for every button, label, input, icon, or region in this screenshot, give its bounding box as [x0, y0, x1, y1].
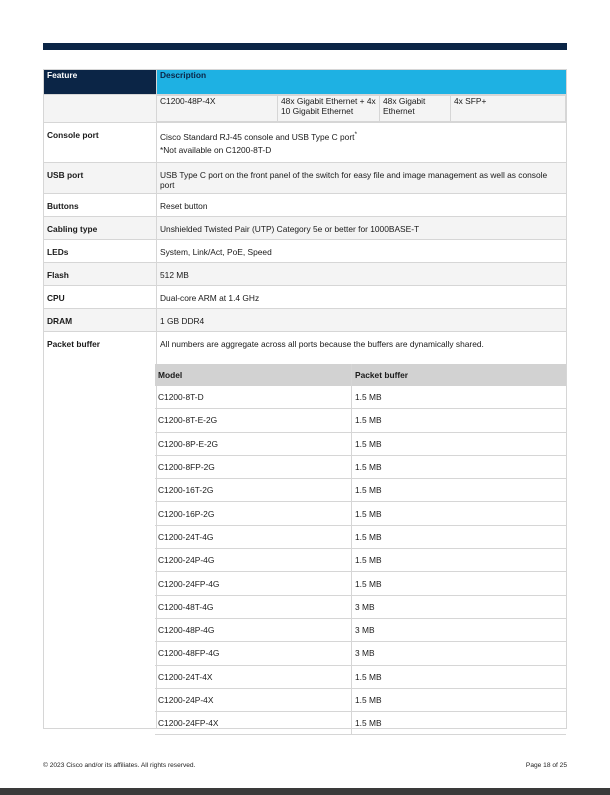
table-row: C1200-24T-4G 1.5 MB — [155, 525, 566, 550]
page-number: Page 18 of 25 — [525, 762, 567, 769]
model-cell: C1200-48T-4G — [155, 595, 352, 619]
packet-buffer-cell: 1.5 MB — [351, 455, 566, 480]
packet-buffer-cell: 1.5 MB — [351, 525, 566, 550]
table-row: C1200-24P-4G 1.5 MB — [155, 548, 566, 573]
packet-buffer-cell: 1.5 MB — [351, 665, 566, 689]
feature-description: Cisco Standard RJ-45 console and USB Typ… — [156, 122, 567, 163]
description-column-header: Description — [156, 69, 567, 95]
table-row: C1200-48FP-4G 3 MB — [155, 641, 566, 666]
packet-buffer-column-header: Packet buffer — [351, 364, 566, 386]
packet-buffer-header-row: Model Packet buffer — [155, 364, 566, 386]
packet-buffer-cell: 3 MB — [351, 595, 566, 619]
model-row-description-cell: C1200-48P-4X 48x Gigabit Ethernet + 4x 1… — [156, 94, 567, 123]
bottom-rule — [0, 788, 610, 795]
model-cell: C1200-24P-4X — [155, 688, 352, 713]
model-cell: C1200-24T-4X — [155, 665, 352, 689]
buttons-row: Buttons Reset button — [43, 193, 567, 217]
model-cell: C1200-24P-4G — [155, 548, 352, 573]
console-port-footnote: *Not available on C1200-8T-D — [160, 144, 272, 155]
feature-label: CPU — [43, 285, 157, 309]
model-cell: C1200-24FP-4G — [155, 571, 352, 596]
table-row: C1200-16T-2G 1.5 MB — [155, 478, 566, 503]
feature-label: USB port — [43, 162, 157, 194]
cabling-type-row: Cabling type Unshielded Twisted Pair (UT… — [43, 216, 567, 240]
packet-buffer-cell: 1.5 MB — [351, 432, 566, 456]
feature-description: USB Type C port on the front panel of th… — [156, 162, 567, 194]
copyright-notice: © 2023 Cisco and/or its affiliates. All … — [43, 762, 196, 769]
model-row-subtable: C1200-48P-4X 48x Gigabit Ethernet + 4x 1… — [157, 95, 566, 122]
console-port-row: Console port Cisco Standard RJ-45 consol… — [43, 122, 567, 163]
feature-label: Packet buffer — [43, 331, 157, 729]
feature-label: DRAM — [43, 308, 157, 332]
feature-label: Cabling type — [43, 216, 157, 240]
usb-port-row: USB port USB Type C port on the front pa… — [43, 162, 567, 194]
packet-buffer-cell: 1.5 MB — [351, 478, 566, 503]
table-row: C1200-8P-E-2G 1.5 MB — [155, 432, 566, 456]
model-port-description: 48x Gigabit Ethernet + 4x 10 Gigabit Eth… — [277, 95, 380, 122]
feature-description: Reset button — [156, 193, 567, 217]
feature-description: Unshielded Twisted Pair (UTP) Category 5… — [156, 216, 567, 240]
model-cell: C1200-8P-E-2G — [155, 432, 352, 456]
model-cell: C1200-24FP-4X — [155, 711, 352, 736]
model-cell: C1200-48FP-4G — [155, 641, 352, 666]
packet-buffer-table: Model Packet buffer C1200-8T-D 1.5 MB C120… — [155, 364, 566, 736]
model-cell: C1200-16P-2G — [155, 501, 352, 526]
feature-label: Buttons — [43, 193, 157, 217]
packet-buffer-cell: 3 MB — [351, 618, 566, 643]
footnote-marker: * — [354, 131, 358, 138]
model-row-feature-cell — [43, 94, 157, 123]
table-header-row: Feature Description — [43, 69, 567, 95]
cpu-row: CPU Dual-core ARM at 1.4 GHz — [43, 285, 567, 309]
model-column-header: Model — [155, 364, 352, 386]
feature-description: Dual-core ARM at 1.4 GHz — [156, 285, 567, 309]
feature-column-header: Feature — [43, 69, 157, 95]
feature-description: System, Link/Act, PoE, Speed — [156, 239, 567, 263]
packet-buffer-rows: C1200-8T-D 1.5 MB C1200-8T-E-2G 1.5 MB C1200… — [155, 386, 566, 736]
model-cell: C1200-8FP-2G — [155, 455, 352, 480]
model-cell: C1200-8T-D — [155, 386, 352, 410]
dram-row: DRAM 1 GB DDR4 — [43, 308, 567, 332]
table-row: C1200-24P-4X 1.5 MB — [155, 688, 566, 713]
table-row: C1200-24FP-4G 1.5 MB — [155, 571, 566, 596]
table-row: C1200-48P-4G 3 MB — [155, 618, 566, 643]
table-row: C1200-24FP-4X 1.5 MB — [155, 711, 566, 736]
packet-buffer-cell: 3 MB — [351, 641, 566, 666]
feature-label: LEDs — [43, 239, 157, 263]
table-row: C1200-8T-D 1.5 MB — [155, 386, 566, 410]
model-row: C1200-48P-4X 48x Gigabit Ethernet + 4x 1… — [43, 94, 567, 123]
feature-label: Console port — [43, 122, 157, 163]
feature-description: 1 GB DDR4 — [156, 308, 567, 332]
packet-buffer-cell: 1.5 MB — [351, 386, 566, 410]
packet-buffer-cell: 1.5 MB — [351, 711, 566, 736]
table-row: C1200-48T-4G 3 MB — [155, 595, 566, 619]
model-cell: C1200-24T-4G — [155, 525, 352, 550]
packet-buffer-cell: 1.5 MB — [351, 548, 566, 573]
model-cell: C1200-48P-4G — [155, 618, 352, 643]
table-row: C1200-8FP-2G 1.5 MB — [155, 455, 566, 480]
table-row: C1200-24T-4X 1.5 MB — [155, 665, 566, 689]
model-name: C1200-48P-4X — [157, 95, 278, 122]
leds-row: LEDs System, Link/Act, PoE, Speed — [43, 239, 567, 263]
table-row: C1200-8T-E-2G 1.5 MB — [155, 408, 566, 433]
top-rule — [43, 43, 567, 50]
packet-buffer-cell: 1.5 MB — [351, 501, 566, 526]
packet-buffer-cell: 1.5 MB — [351, 571, 566, 596]
model-cell: C1200-16T-2G — [155, 478, 352, 503]
packet-buffer-cell: 1.5 MB — [351, 408, 566, 433]
feature-label: Flash — [43, 262, 157, 286]
console-port-text: Cisco Standard RJ-45 console and USB Typ… — [160, 131, 355, 142]
model-gigabit-ports: 48x Gigabit Ethernet — [379, 95, 451, 122]
packet-buffer-cell: 1.5 MB — [351, 688, 566, 713]
model-cell: C1200-8T-E-2G — [155, 408, 352, 433]
feature-description: 512 MB — [156, 262, 567, 286]
flash-row: Flash 512 MB — [43, 262, 567, 286]
model-uplink-ports: 4x SFP+ — [450, 95, 566, 122]
table-row: C1200-16P-2G 1.5 MB — [155, 501, 566, 526]
